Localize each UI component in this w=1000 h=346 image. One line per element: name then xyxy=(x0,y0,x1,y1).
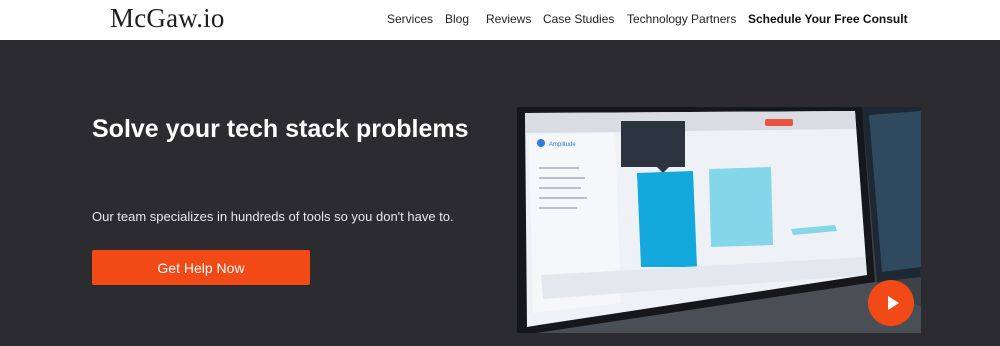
nav-reviews[interactable]: Reviews xyxy=(486,12,531,26)
nav-schedule-consult[interactable]: Schedule Your Free Consult xyxy=(748,12,908,26)
nav-services[interactable]: Services xyxy=(387,12,433,26)
screen-app-label: Amplitude xyxy=(549,142,576,148)
nav-case-studies[interactable]: Case Studies xyxy=(543,12,614,26)
main-nav: Services Blog Reviews Case Studies Techn… xyxy=(0,12,1000,28)
hero-headline: Solve your tech stack problems xyxy=(92,115,469,143)
chart-bar-1 xyxy=(637,171,697,267)
get-help-button[interactable]: Get Help Now xyxy=(92,250,310,285)
site-header: McGaw.io Services Blog Reviews Case Stud… xyxy=(0,0,1000,40)
nav-blog[interactable]: Blog xyxy=(445,12,469,26)
amplitude-logo-icon xyxy=(537,139,545,147)
hero-subline: Our team specializes in hundreds of tool… xyxy=(92,209,454,224)
play-icon xyxy=(887,296,899,310)
video-thumbnail[interactable]: Amplitude xyxy=(517,107,921,333)
nav-technology-partners[interactable]: Technology Partners xyxy=(627,12,736,26)
play-button[interactable] xyxy=(868,280,914,326)
chart-bar-2 xyxy=(709,167,773,247)
chart-tooltip xyxy=(621,121,685,167)
screen-red-button xyxy=(765,119,793,126)
laptop-screen-illustration: Amplitude xyxy=(517,107,921,333)
